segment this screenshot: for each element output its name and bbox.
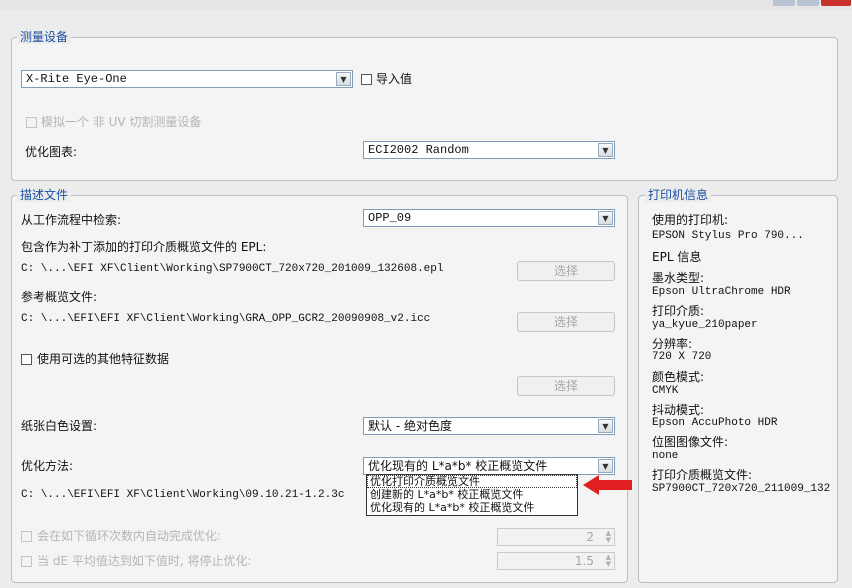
epl-info-label: EPL 信息 [652,250,702,264]
optional-data-checkbox[interactable] [21,354,32,365]
device-select-value: X-Rite Eye-One [26,72,127,86]
optional-data-label: 使用可选的其他特征数据 [37,352,170,366]
printer-used-label: 使用的打印机: [652,213,729,227]
device-select[interactable]: X-Rite Eye-One ▼ [21,70,353,88]
epl-path: C: \...\EFI XF\Client\Working\SP7900CT_7… [21,263,444,275]
de-value-stepper[interactable]: 1.5 ▲ ▼ [497,552,615,570]
dither-mode-label: 抖动模式: [652,403,705,417]
paper-white-select[interactable]: 默认 - 绝对色度 ▼ [363,417,615,435]
optimize-chart-label: 优化图表: [25,145,78,159]
measure-device-title: 测量设备 [17,30,72,44]
minimize-button[interactable] [773,0,795,6]
optimize-method-dropdown: 优化打印介质概览文件 创建新的 L*a*b* 校正概览文件 优化现有的 L*a*… [366,474,578,516]
import-values-label: 导入值 [376,72,413,86]
simulate-non-uv-checkbox[interactable] [26,117,37,128]
loop-count-stepper[interactable]: 2 ▲ ▼ [497,528,615,546]
printer-used-value: EPSON Stylus Pro 790... [652,230,804,242]
color-mode-label: 颜色模式: [652,370,705,384]
media-profile-label: 打印介质概览文件: [652,468,753,482]
dropdown-option[interactable]: 优化现有的 L*a*b* 校正概览文件 [367,501,577,514]
bitmap-file-value: none [652,450,679,462]
import-values-checkbox[interactable] [361,74,372,85]
spin-arrows-icon: ▲ ▼ [605,529,611,544]
chevron-down-icon: ▼ [598,211,613,225]
paper-white-value: 默认 - 绝对色度 [368,419,452,433]
choose-reference-button[interactable]: 选择 [517,312,615,332]
paper-white-label: 纸张白色设置: [21,419,98,433]
loop-count-value: 2 [586,530,594,544]
de-stop-label: 当 dE 平均值达到如下值时, 将停止优化: [37,554,252,568]
printer-info-title: 打印机信息 [645,188,712,202]
choose-optional-button[interactable]: 选择 [517,376,615,396]
ink-type-value: Epson UltraChrome HDR [652,286,791,298]
choose-epl-button[interactable]: 选择 [517,261,615,281]
de-value: 1.5 [574,554,594,568]
media-label: 打印介质: [652,304,705,318]
bitmap-file-label: 位图图像文件: [652,435,729,449]
reference-profile-path: C: \...\EFI\EFI XF\Client\Working\GRA_OP… [21,313,431,325]
close-button[interactable] [821,0,851,6]
optimize-method-label: 优化方法: [21,459,74,473]
auto-loop-checkbox[interactable] [21,531,32,542]
window-top-strip [0,0,852,10]
ink-type-label: 墨水类型: [652,271,705,285]
chevron-down-icon: ▼ [598,419,613,433]
epl-label: 包含作为补丁添加的打印介质概览文件的 EPL: [21,240,267,254]
de-stop-checkbox[interactable] [21,556,32,567]
dropdown-option[interactable]: 创建新的 L*a*b* 校正概览文件 [367,488,577,501]
measure-device-group [11,37,838,181]
optimize-method-value: 优化现有的 L*a*b* 校正概览文件 [368,459,548,473]
reference-profile-label: 参考概览文件: [21,290,98,304]
chevron-down-icon: ▼ [598,459,613,473]
auto-loop-label: 会在如下循环次数内自动完成优化: [37,529,222,543]
resolution-value: 720 X 720 [652,351,712,363]
maximize-button[interactable] [797,0,819,6]
resolution-label: 分辨率: [652,337,693,351]
dither-mode-value: Epson AccuPhoto HDR [652,417,778,429]
optimize-method-path: C: \...\EFI\EFI XF\Client\Working\09.10.… [21,489,345,501]
profile-title: 描述文件 [17,188,72,202]
workflow-select[interactable]: OPP_09 ▼ [363,209,615,227]
media-profile-value: SP7900CT_720x720_211009_132 [652,483,831,495]
red-arrow-icon [583,475,632,495]
spin-arrows-icon: ▲ ▼ [605,553,611,568]
optimize-chart-select[interactable]: ECI2002 Random ▼ [363,141,615,159]
workflow-label: 从工作流程中检索: [21,213,122,227]
media-value: ya_kyue_210paper [652,319,758,331]
color-mode-value: CMYK [652,385,679,397]
dropdown-option[interactable]: 优化打印介质概览文件 [367,475,577,488]
chevron-down-icon: ▼ [598,143,613,157]
optimize-method-select[interactable]: 优化现有的 L*a*b* 校正概览文件 ▼ [363,457,615,475]
simulate-non-uv-label: 模拟一个 非 UV 切割测量设备 [41,115,202,129]
chevron-down-icon: ▼ [336,72,351,86]
optimize-chart-value: ECI2002 Random [368,143,469,157]
workflow-value: OPP_09 [368,211,412,225]
